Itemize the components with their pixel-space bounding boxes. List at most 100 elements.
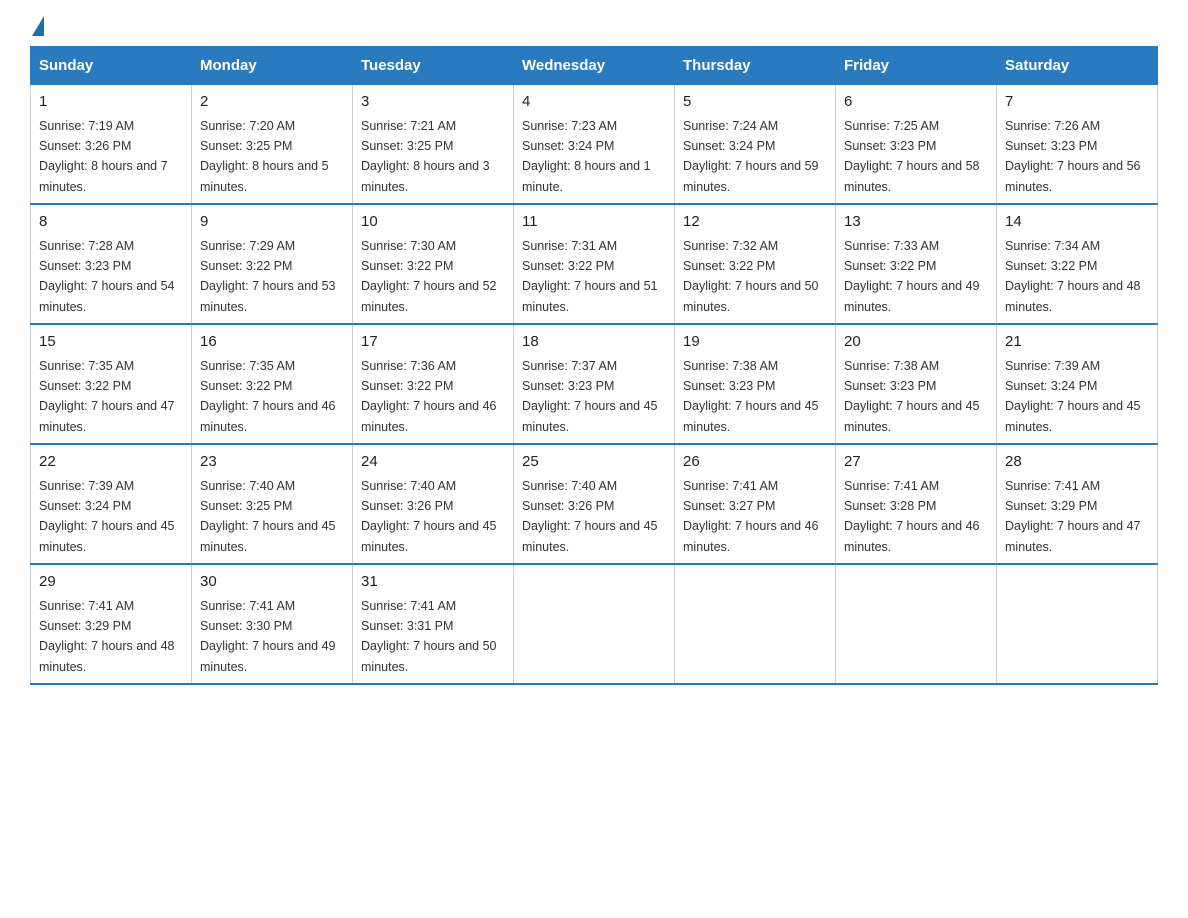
day-number: 24 bbox=[361, 451, 505, 474]
day-number: 20 bbox=[844, 331, 988, 354]
calendar-header-row: SundayMondayTuesdayWednesdayThursdayFrid… bbox=[31, 47, 1158, 85]
day-info: Sunrise: 7:20 AMSunset: 3:25 PMDaylight:… bbox=[200, 119, 329, 194]
day-number: 30 bbox=[200, 571, 344, 594]
day-number: 11 bbox=[522, 211, 666, 234]
day-info: Sunrise: 7:39 AMSunset: 3:24 PMDaylight:… bbox=[39, 479, 175, 554]
calendar-cell: 4Sunrise: 7:23 AMSunset: 3:24 PMDaylight… bbox=[514, 85, 675, 205]
day-number: 3 bbox=[361, 91, 505, 114]
day-info: Sunrise: 7:34 AMSunset: 3:22 PMDaylight:… bbox=[1005, 239, 1141, 314]
calendar-cell: 20 Sunrise: 7:38 AMSunset: 3:23 PMDayligh… bbox=[836, 324, 997, 444]
day-number: 25 bbox=[522, 451, 666, 474]
header-saturday: Saturday bbox=[997, 47, 1158, 85]
header-friday: Friday bbox=[836, 47, 997, 85]
day-info: Sunrise: 7:38 AMSunset: 3:23 PMDaylight:… bbox=[683, 359, 819, 434]
calendar-cell: 2 Sunrise: 7:20 AMSunset: 3:25 PMDaylight… bbox=[192, 85, 353, 205]
calendar-cell: 22 Sunrise: 7:39 AMSunset: 3:24 PMDayligh… bbox=[31, 444, 192, 564]
calendar-cell bbox=[997, 564, 1158, 684]
calendar-cell: 27Sunrise: 7:41 AMSunset: 3:28 PMDayligh… bbox=[836, 444, 997, 564]
day-info: Sunrise: 7:33 AMSunset: 3:22 PMDaylight:… bbox=[844, 239, 980, 314]
day-number: 13 bbox=[844, 211, 988, 234]
day-number: 23 bbox=[200, 451, 344, 474]
header-thursday: Thursday bbox=[675, 47, 836, 85]
calendar-week-row: 8 Sunrise: 7:28 AMSunset: 3:23 PMDaylight… bbox=[31, 204, 1158, 324]
calendar-cell: 6 Sunrise: 7:25 AMSunset: 3:23 PMDaylight… bbox=[836, 85, 997, 205]
day-number: 9 bbox=[200, 211, 344, 234]
calendar-cell: 24 Sunrise: 7:40 AMSunset: 3:26 PMDayligh… bbox=[353, 444, 514, 564]
calendar-cell: 9 Sunrise: 7:29 AMSunset: 3:22 PMDaylight… bbox=[192, 204, 353, 324]
calendar-cell: 25Sunrise: 7:40 AMSunset: 3:26 PMDayligh… bbox=[514, 444, 675, 564]
day-info: Sunrise: 7:26 AMSunset: 3:23 PMDaylight:… bbox=[1005, 119, 1141, 194]
day-number: 22 bbox=[39, 451, 183, 474]
calendar-cell: 12 Sunrise: 7:32 AMSunset: 3:22 PMDayligh… bbox=[675, 204, 836, 324]
calendar-table: SundayMondayTuesdayWednesdayThursdayFrid… bbox=[30, 46, 1158, 685]
calendar-cell: 17 Sunrise: 7:36 AMSunset: 3:22 PMDayligh… bbox=[353, 324, 514, 444]
calendar-week-row: 15 Sunrise: 7:35 AMSunset: 3:22 PMDayligh… bbox=[31, 324, 1158, 444]
day-info: Sunrise: 7:37 AMSunset: 3:23 PMDaylight:… bbox=[522, 359, 658, 434]
day-info: Sunrise: 7:19 AMSunset: 3:26 PMDaylight:… bbox=[39, 119, 168, 194]
day-info: Sunrise: 7:38 AMSunset: 3:23 PMDaylight:… bbox=[844, 359, 980, 434]
day-info: Sunrise: 7:29 AMSunset: 3:22 PMDaylight:… bbox=[200, 239, 336, 314]
day-number: 2 bbox=[200, 91, 344, 114]
logo bbox=[30, 20, 44, 36]
calendar-cell: 26Sunrise: 7:41 AMSunset: 3:27 PMDayligh… bbox=[675, 444, 836, 564]
calendar-cell: 16 Sunrise: 7:35 AMSunset: 3:22 PMDayligh… bbox=[192, 324, 353, 444]
day-info: Sunrise: 7:21 AMSunset: 3:25 PMDaylight:… bbox=[361, 119, 490, 194]
day-info: Sunrise: 7:41 AMSunset: 3:29 PMDaylight:… bbox=[39, 599, 175, 674]
day-info: Sunrise: 7:32 AMSunset: 3:22 PMDaylight:… bbox=[683, 239, 819, 314]
day-number: 6 bbox=[844, 91, 988, 114]
calendar-cell: 21 Sunrise: 7:39 AMSunset: 3:24 PMDayligh… bbox=[997, 324, 1158, 444]
day-number: 29 bbox=[39, 571, 183, 594]
day-info: Sunrise: 7:41 AMSunset: 3:27 PMDaylight:… bbox=[683, 479, 819, 554]
day-number: 15 bbox=[39, 331, 183, 354]
day-number: 7 bbox=[1005, 91, 1149, 114]
header-sunday: Sunday bbox=[31, 47, 192, 85]
day-info: Sunrise: 7:31 AMSunset: 3:22 PMDaylight:… bbox=[522, 239, 658, 314]
calendar-cell bbox=[675, 564, 836, 684]
day-info: Sunrise: 7:23 AMSunset: 3:24 PMDaylight:… bbox=[522, 119, 651, 194]
logo-triangle-icon bbox=[32, 16, 44, 36]
day-info: Sunrise: 7:25 AMSunset: 3:23 PMDaylight:… bbox=[844, 119, 980, 194]
calendar-cell: 5 Sunrise: 7:24 AMSunset: 3:24 PMDaylight… bbox=[675, 85, 836, 205]
day-number: 31 bbox=[361, 571, 505, 594]
day-info: Sunrise: 7:41 AMSunset: 3:30 PMDaylight:… bbox=[200, 599, 336, 674]
calendar-cell: 15 Sunrise: 7:35 AMSunset: 3:22 PMDayligh… bbox=[31, 324, 192, 444]
calendar-cell: 31Sunrise: 7:41 AMSunset: 3:31 PMDayligh… bbox=[353, 564, 514, 684]
day-info: Sunrise: 7:30 AMSunset: 3:22 PMDaylight:… bbox=[361, 239, 497, 314]
day-number: 5 bbox=[683, 91, 827, 114]
calendar-cell: 28Sunrise: 7:41 AMSunset: 3:29 PMDayligh… bbox=[997, 444, 1158, 564]
day-info: Sunrise: 7:40 AMSunset: 3:25 PMDaylight:… bbox=[200, 479, 336, 554]
day-number: 21 bbox=[1005, 331, 1149, 354]
day-info: Sunrise: 7:40 AMSunset: 3:26 PMDaylight:… bbox=[361, 479, 497, 554]
day-info: Sunrise: 7:39 AMSunset: 3:24 PMDaylight:… bbox=[1005, 359, 1141, 434]
calendar-cell: 18Sunrise: 7:37 AMSunset: 3:23 PMDayligh… bbox=[514, 324, 675, 444]
calendar-cell: 1 Sunrise: 7:19 AMSunset: 3:26 PMDaylight… bbox=[31, 85, 192, 205]
header-tuesday: Tuesday bbox=[353, 47, 514, 85]
calendar-cell: 8 Sunrise: 7:28 AMSunset: 3:23 PMDaylight… bbox=[31, 204, 192, 324]
calendar-cell: 14 Sunrise: 7:34 AMSunset: 3:22 PMDayligh… bbox=[997, 204, 1158, 324]
day-info: Sunrise: 7:28 AMSunset: 3:23 PMDaylight:… bbox=[39, 239, 175, 314]
day-number: 12 bbox=[683, 211, 827, 234]
day-number: 27 bbox=[844, 451, 988, 474]
day-number: 10 bbox=[361, 211, 505, 234]
day-number: 14 bbox=[1005, 211, 1149, 234]
day-number: 17 bbox=[361, 331, 505, 354]
header-wednesday: Wednesday bbox=[514, 47, 675, 85]
calendar-cell: 29 Sunrise: 7:41 AMSunset: 3:29 PMDayligh… bbox=[31, 564, 192, 684]
day-number: 28 bbox=[1005, 451, 1149, 474]
calendar-week-row: 22 Sunrise: 7:39 AMSunset: 3:24 PMDayligh… bbox=[31, 444, 1158, 564]
day-number: 8 bbox=[39, 211, 183, 234]
calendar-cell: 19 Sunrise: 7:38 AMSunset: 3:23 PMDayligh… bbox=[675, 324, 836, 444]
calendar-cell: 3 Sunrise: 7:21 AMSunset: 3:25 PMDaylight… bbox=[353, 85, 514, 205]
day-info: Sunrise: 7:36 AMSunset: 3:22 PMDaylight:… bbox=[361, 359, 497, 434]
day-number: 16 bbox=[200, 331, 344, 354]
calendar-cell: 11 Sunrise: 7:31 AMSunset: 3:22 PMDayligh… bbox=[514, 204, 675, 324]
day-number: 1 bbox=[39, 91, 183, 114]
calendar-cell: 30 Sunrise: 7:41 AMSunset: 3:30 PMDayligh… bbox=[192, 564, 353, 684]
day-info: Sunrise: 7:35 AMSunset: 3:22 PMDaylight:… bbox=[39, 359, 175, 434]
calendar-week-row: 29 Sunrise: 7:41 AMSunset: 3:29 PMDayligh… bbox=[31, 564, 1158, 684]
day-info: Sunrise: 7:24 AMSunset: 3:24 PMDaylight:… bbox=[683, 119, 819, 194]
header-monday: Monday bbox=[192, 47, 353, 85]
day-info: Sunrise: 7:35 AMSunset: 3:22 PMDaylight:… bbox=[200, 359, 336, 434]
calendar-cell bbox=[836, 564, 997, 684]
day-number: 19 bbox=[683, 331, 827, 354]
